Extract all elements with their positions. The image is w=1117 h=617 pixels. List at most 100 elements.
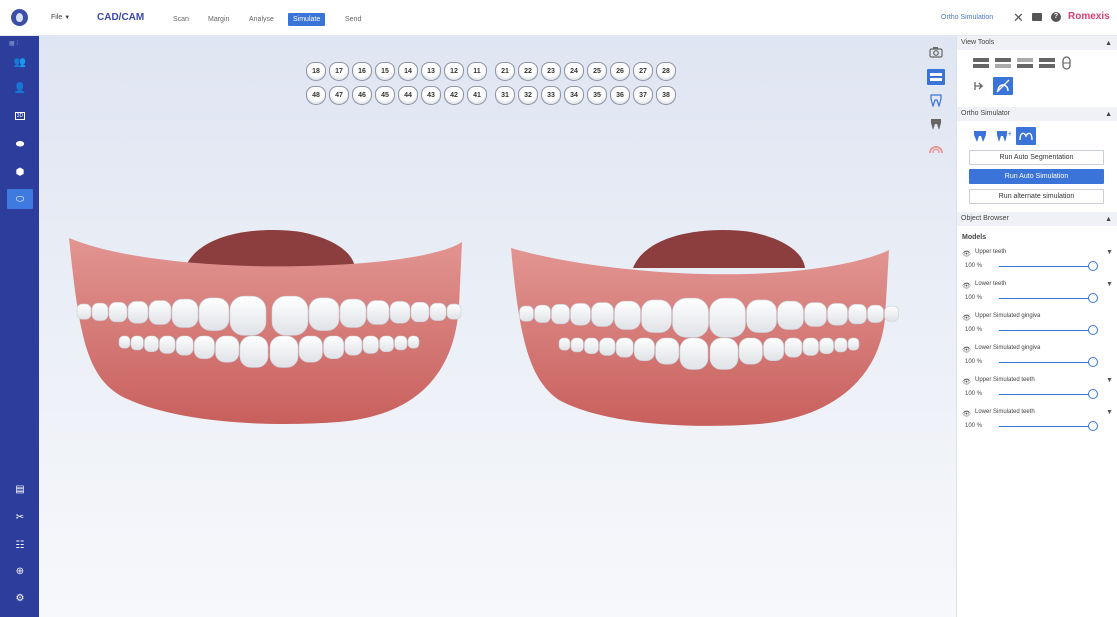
model-name: Upper Simulated gingiva xyxy=(975,313,1041,319)
help-icon[interactable]: ? xyxy=(1051,12,1061,22)
app-mode-title: CAD/CAM xyxy=(97,12,145,23)
3d-viewport[interactable]: 18 17 16 15 14 13 12 11 21 22 23 24 25 26 27 28 48 47 46 4… xyxy=(39,36,956,617)
monitor-icon[interactable] xyxy=(1032,13,1042,21)
dental-scan-icon[interactable]: ⬭ xyxy=(7,189,33,209)
ortho-simulator-header[interactable]: Ortho Simulator ▲ xyxy=(957,107,1117,121)
view-side-icon[interactable] xyxy=(1038,56,1056,70)
chevron-down-icon: ▼ xyxy=(64,15,71,21)
file-menu[interactable]: File ▼ xyxy=(51,14,70,21)
run-alternate-simulation-button[interactable]: Run alternate simulation xyxy=(969,189,1104,204)
file-menu-label: File xyxy=(51,14,63,21)
tab-send[interactable]: Send xyxy=(340,13,366,26)
model-name: Upper Simulated teeth xyxy=(975,377,1035,383)
target-icon[interactable]: ⊕ xyxy=(7,561,33,581)
gingiva xyxy=(511,248,889,426)
opacity-slider[interactable] xyxy=(999,330,1091,331)
run-auto-segmentation-button[interactable]: Run Auto Segmentation xyxy=(969,150,1104,165)
slider-handle[interactable] xyxy=(1088,325,1098,335)
slider-handle[interactable] xyxy=(1088,357,1098,367)
eye-icon[interactable]: 👁 xyxy=(962,410,971,418)
tray-icon[interactable]: ⬬ xyxy=(7,134,33,154)
ortho-simulator-title: Ortho Simulator xyxy=(961,110,1011,117)
3d-view-icon[interactable]: 3D xyxy=(7,106,33,126)
opacity-slider[interactable] xyxy=(999,394,1091,395)
view-upper-icon[interactable] xyxy=(994,56,1012,70)
opacity-slider[interactable] xyxy=(999,298,1091,299)
collapse-icon[interactable]: ▲ xyxy=(1105,108,1112,122)
opacity-value: 100 % xyxy=(965,391,983,397)
report-icon[interactable]: ▤ xyxy=(7,479,33,499)
eye-icon[interactable]: 👁 xyxy=(962,346,971,354)
eye-icon[interactable]: 👁 xyxy=(962,282,971,290)
model-item: 👁 Upper Simulated gingiva 100 % xyxy=(957,312,1117,344)
view-tools-header[interactable]: View Tools ▲ xyxy=(957,36,1117,50)
camera-icon[interactable] xyxy=(927,44,945,60)
slider-handle[interactable] xyxy=(1088,421,1098,431)
arch-align-icon[interactable] xyxy=(1016,127,1036,145)
model-name: Lower Simulated teeth xyxy=(975,409,1035,415)
slider-handle[interactable] xyxy=(1088,293,1098,303)
chevron-down-icon[interactable]: ▼ xyxy=(1106,281,1113,288)
chevron-down-icon[interactable]: ▼ xyxy=(1106,377,1113,384)
app-logo[interactable] xyxy=(11,9,28,26)
top-bar: File ▼ CAD/CAM Scan Margin Analyse Simula… xyxy=(0,0,1117,36)
object-browser-title: Object Browser xyxy=(961,215,1009,222)
eye-icon[interactable]: 👁 xyxy=(962,314,971,322)
right-panel: View Tools ▲ Ortho Simulator ▲ + Run Aut… xyxy=(956,36,1117,617)
eye-icon[interactable]: 👁 xyxy=(962,378,971,386)
opacity-value: 100 % xyxy=(965,423,983,429)
upper-tooth-icon[interactable] xyxy=(927,92,945,108)
tongue xyxy=(633,229,805,268)
view-front-icon[interactable] xyxy=(972,56,990,70)
settings-icon[interactable]: ⚙ xyxy=(7,588,33,608)
opacity-slider[interactable] xyxy=(999,362,1091,363)
tab-margin[interactable]: Margin xyxy=(203,13,234,26)
collapse-icon[interactable]: ▲ xyxy=(1105,213,1112,227)
slider-handle[interactable] xyxy=(1088,389,1098,399)
model-item: 👁 Lower teeth ▼ 100 % xyxy=(957,280,1117,312)
brand-logo: Romexis xyxy=(1068,11,1110,22)
chevron-down-icon[interactable]: ▼ xyxy=(1106,249,1113,256)
close-icon[interactable]: ✕ xyxy=(1013,10,1024,26)
tongue xyxy=(185,229,355,268)
model-name: Lower teeth xyxy=(975,281,1007,287)
gingiva-icon[interactable] xyxy=(927,140,945,156)
jaw-models[interactable] xyxy=(39,36,956,617)
svg-text:+: + xyxy=(1007,130,1011,138)
jaw-model-simulated[interactable] xyxy=(511,229,899,426)
slider-handle[interactable] xyxy=(1088,261,1098,271)
chevron-down-icon[interactable]: ▼ xyxy=(1106,409,1113,416)
collapse-icon[interactable]: ▲ xyxy=(1105,37,1112,51)
opacity-value: 100 % xyxy=(965,359,983,365)
run-auto-simulation-button[interactable]: Run Auto Simulation xyxy=(969,169,1104,184)
add-tooth-icon[interactable]: + xyxy=(994,128,1012,144)
tools-icon[interactable]: ✂ xyxy=(7,507,33,527)
hide-gingiva-icon[interactable] xyxy=(993,77,1013,95)
view-lower-icon[interactable] xyxy=(1016,56,1034,70)
models-title: Models xyxy=(962,234,987,241)
tab-simulate[interactable]: Simulate xyxy=(288,13,326,26)
ortho-simulation-label[interactable]: Ortho Simulation xyxy=(941,14,993,21)
model-item: 👁 Lower Simulated gingiva 100 % xyxy=(957,344,1117,376)
segment-teeth-icon[interactable] xyxy=(971,128,989,144)
package-icon[interactable]: ⬢ xyxy=(7,162,33,182)
left-sidebar: ▦ ⁞ 👥 👤 3D ⬬ ⬢ ⬭ ▤ ✂ ☷ ⊕ ⚙ xyxy=(0,36,39,617)
layers-icon[interactable]: ☷ xyxy=(7,535,33,555)
layers-view-icon[interactable] xyxy=(927,69,945,85)
occlusion-icon[interactable] xyxy=(1059,55,1073,71)
lower-tooth-icon[interactable] xyxy=(927,116,945,132)
patients-icon[interactable]: 👥 xyxy=(7,52,33,72)
opacity-value: 100 % xyxy=(965,295,983,301)
grid-icon[interactable]: ▦ ⁞ xyxy=(9,40,18,47)
reset-view-icon[interactable] xyxy=(972,78,988,94)
tab-scan[interactable]: Scan xyxy=(168,13,194,26)
tab-analyse[interactable]: Analyse xyxy=(244,13,279,26)
opacity-slider[interactable] xyxy=(999,426,1091,427)
object-browser-header[interactable]: Object Browser ▲ xyxy=(957,212,1117,226)
model-item: 👁 Upper teeth ▼ 100 % xyxy=(957,248,1117,280)
opacity-slider[interactable] xyxy=(999,266,1091,267)
patient-icon[interactable]: 👤 xyxy=(7,78,33,98)
eye-icon[interactable]: 👁 xyxy=(962,250,971,258)
model-item: 👁 Upper Simulated teeth ▼ 100 % xyxy=(957,376,1117,408)
jaw-model-original[interactable] xyxy=(69,229,462,425)
